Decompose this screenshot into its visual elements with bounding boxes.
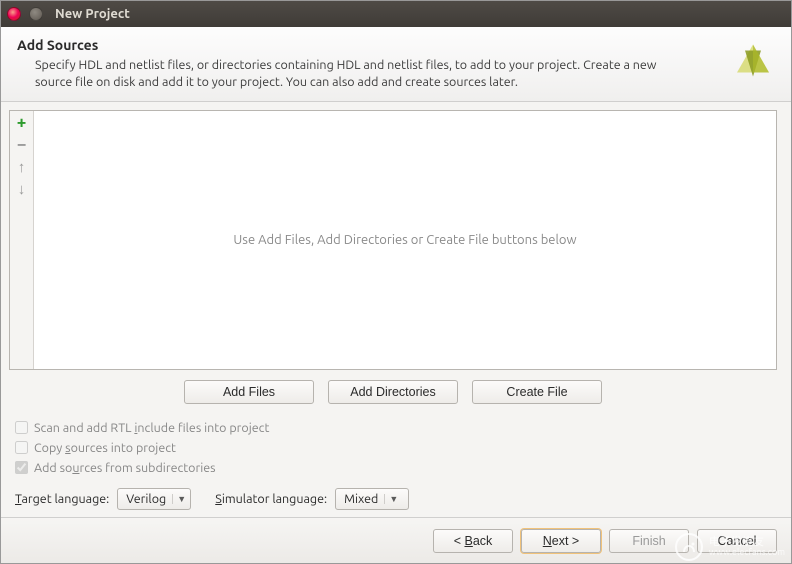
page-description: Specify HDL and netlist files, or direct… xyxy=(17,57,775,91)
add-files-button[interactable]: Add Files xyxy=(184,380,314,404)
language-row: Target language: Verilog ▼ Simulator lan… xyxy=(15,488,777,510)
vivado-logo-icon xyxy=(731,40,775,87)
add-subdirs-label: Add sources from subdirectories xyxy=(34,461,216,475)
copy-sources-checkbox[interactable] xyxy=(15,441,28,454)
target-language-value: Verilog xyxy=(126,492,166,506)
add-subdirs-checkbox-row: Add sources from subdirectories xyxy=(15,461,777,475)
new-project-window: New Project Add Sources Specify HDL and … xyxy=(0,0,792,564)
wizard-footer: < Back Next > Finish Cancel 电子发烧友 www.el… xyxy=(1,517,791,563)
sources-placeholder: Use Add Files, Add Directories or Create… xyxy=(34,111,776,369)
move-up-icon[interactable]: ↑ xyxy=(14,159,30,175)
close-icon[interactable] xyxy=(7,7,21,21)
target-language-combo[interactable]: Verilog ▼ xyxy=(117,488,191,510)
create-file-button[interactable]: Create File xyxy=(472,380,602,404)
scan-rtl-label: Scan and add RTL include files into proj… xyxy=(34,421,269,435)
window-title: New Project xyxy=(55,7,130,21)
copy-sources-label: Copy sources into project xyxy=(34,441,176,455)
finish-button[interactable]: Finish xyxy=(609,529,689,553)
add-directories-button[interactable]: Add Directories xyxy=(328,380,458,404)
sources-list: + − ↑ ↓ Use Add Files, Add Directories o… xyxy=(9,110,777,370)
back-button[interactable]: < Back xyxy=(433,529,513,553)
cancel-button[interactable]: Cancel xyxy=(697,529,777,553)
next-button[interactable]: Next > xyxy=(521,529,601,553)
simulator-language-value: Mixed xyxy=(344,492,378,506)
wizard-content: + − ↑ ↓ Use Add Files, Add Directories o… xyxy=(1,102,791,517)
add-icon[interactable]: + xyxy=(14,115,30,131)
chevron-down-icon: ▼ xyxy=(172,494,186,504)
sources-toolstrip: + − ↑ ↓ xyxy=(10,111,34,369)
simulator-language-label: Simulator language: xyxy=(215,492,327,506)
remove-icon[interactable]: − xyxy=(14,137,30,153)
page-title: Add Sources xyxy=(17,37,775,53)
minimize-icon[interactable] xyxy=(29,7,43,21)
wizard-header: Add Sources Specify HDL and netlist file… xyxy=(1,27,791,102)
scan-rtl-checkbox[interactable] xyxy=(15,421,28,434)
titlebar: New Project xyxy=(1,1,791,27)
simulator-language-combo[interactable]: Mixed ▼ xyxy=(335,488,409,510)
sources-actions: Add Files Add Directories Create File xyxy=(9,370,777,418)
target-language-label: Target language: xyxy=(15,492,109,506)
chevron-down-icon: ▼ xyxy=(384,494,398,504)
copy-sources-checkbox-row: Copy sources into project xyxy=(15,441,777,455)
move-down-icon[interactable]: ↓ xyxy=(14,181,30,197)
scan-rtl-checkbox-row: Scan and add RTL include files into proj… xyxy=(15,421,777,435)
add-subdirs-checkbox[interactable] xyxy=(15,461,28,474)
